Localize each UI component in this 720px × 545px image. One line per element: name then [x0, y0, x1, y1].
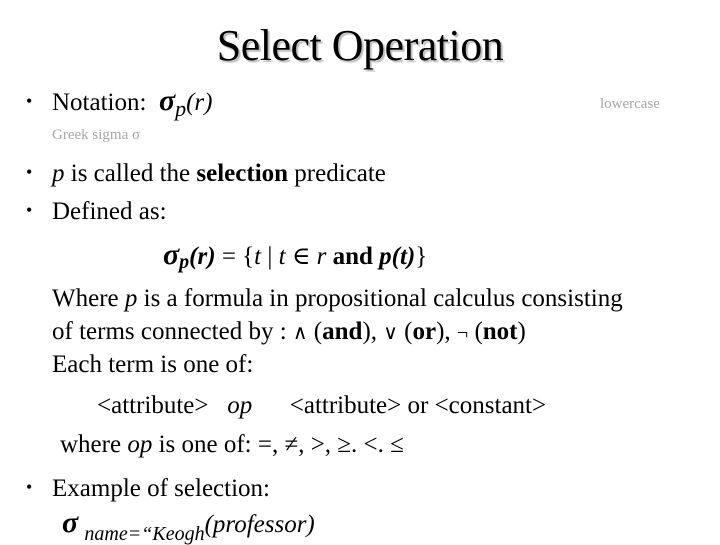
example-arg: (professor) — [204, 511, 315, 538]
sigma-symbol: σ — [163, 238, 180, 271]
not-symbol: ¬ — [456, 322, 469, 344]
term-attribute-or-constant: <attribute> or <constant> — [289, 392, 547, 419]
notation-subscript: p — [175, 96, 187, 121]
notation-line: • Notation: σp(r) — [26, 84, 213, 122]
example-subscript: name=“Keogh — [84, 523, 205, 545]
notation-arg: (r) — [186, 89, 213, 116]
defined-as-line: • Defined as: — [26, 195, 167, 227]
not-label: not — [482, 318, 518, 345]
sigma-symbol: σ — [62, 506, 79, 539]
note-greek-sigma: Greek sigma σ — [52, 127, 141, 143]
ops-list: is one of: =, ≠, >, ≥. <. ≤ — [152, 431, 404, 458]
where-line-1: Where p is a formula in propositional ca… — [52, 284, 623, 314]
defined-as-label: Defined as: — [52, 198, 167, 225]
text: of terms connected by : — [52, 318, 293, 345]
ops-line: where op is one of: =, ≠, >, ≥. <. ≤ — [60, 430, 404, 460]
definition-subscript: p — [179, 251, 190, 273]
example-label: Example of selection: — [52, 475, 270, 502]
example-line: • Example of selection: — [26, 472, 270, 504]
where-p: p — [124, 285, 138, 312]
example-formula: σ name=“Keogh(professor) — [62, 506, 315, 545]
term-line: <attribute> op <attribute> or <constant> — [97, 391, 546, 421]
bullet: • — [26, 162, 33, 182]
notation-label: Notation: — [52, 89, 147, 116]
slide-title: Select Operation — [216, 21, 504, 70]
or-symbol: ∨ — [383, 322, 398, 344]
definition-r: r — [316, 243, 327, 270]
definition-and: and — [326, 243, 380, 270]
bullet: • — [26, 91, 33, 111]
note-lowercase: lowercase — [600, 96, 660, 112]
and-symbol: ∧ — [292, 322, 308, 344]
predicate-text-end: predicate — [288, 160, 386, 187]
definition-close: } — [415, 243, 428, 270]
predicate-p: p — [52, 160, 65, 187]
term-op: op — [227, 392, 253, 419]
definition-eq: = { — [215, 243, 255, 270]
definition-arg: (r) — [189, 243, 216, 270]
where-line-2: of terms connected by : ∧ (and), ∨ (or),… — [52, 318, 526, 345]
text: is a formula in propositional calculus c… — [137, 285, 623, 312]
definition-bar: | — [261, 243, 279, 270]
definition-t: t — [278, 243, 286, 270]
sigma-symbol: σ — [158, 84, 176, 117]
predicate-bold: selection — [196, 160, 289, 187]
predicate-line: • p is called the selection predicate — [26, 157, 386, 189]
and-label: and — [322, 318, 363, 345]
definition-pt: p(t) — [379, 243, 416, 270]
definition-formula: σp(r) = {t | t ∈ r and p(t)} — [163, 238, 428, 274]
term-attribute: <attribute> — [97, 392, 209, 419]
where-line-3: Each term is one of: — [52, 351, 254, 378]
bullet: • — [26, 200, 33, 220]
ops-op: op — [127, 431, 153, 458]
text: where — [60, 431, 128, 458]
predicate-text: is called the — [64, 160, 197, 187]
bullet: • — [26, 477, 33, 497]
or-label: or — [412, 318, 437, 345]
element-of-symbol: ∈ — [285, 243, 317, 270]
text: Where — [52, 285, 125, 312]
